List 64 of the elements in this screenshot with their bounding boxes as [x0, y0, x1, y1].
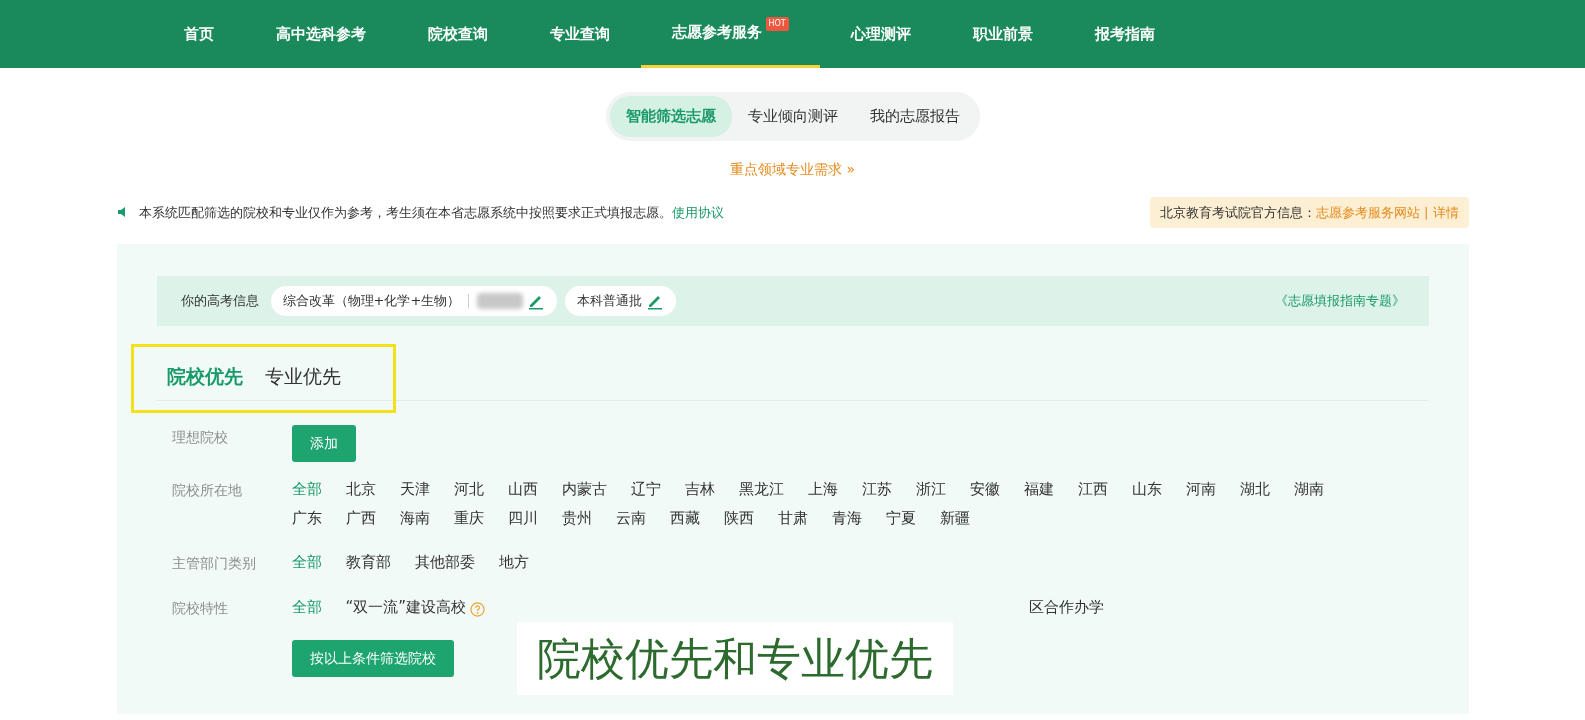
- nav-link[interactable]: 专业查询: [518, 0, 641, 68]
- filter-option[interactable]: 湖北: [1239, 478, 1270, 501]
- filter-option[interactable]: 重庆: [453, 506, 484, 529]
- filter-option[interactable]: 内蒙古: [561, 478, 607, 501]
- filter-label: 理想院校: [171, 428, 229, 447]
- hot-badge: HOT: [765, 16, 789, 31]
- video-caption: 院校优先和专业优先: [516, 622, 953, 696]
- filter-label: 主管部门类别: [171, 554, 257, 573]
- filter-option[interactable]: 江苏: [861, 478, 892, 501]
- filter-option[interactable]: 西藏: [669, 506, 700, 529]
- filter-option[interactable]: 安徽: [969, 478, 1000, 501]
- filter-option[interactable]: 江西: [1077, 478, 1108, 501]
- exam-info-label: 你的高考信息: [180, 292, 259, 310]
- filter-label: 院校所在地: [171, 481, 243, 500]
- terms-link[interactable]: 使用协议: [671, 204, 724, 220]
- mode-tab[interactable]: 专业优先: [264, 353, 349, 400]
- filter-option[interactable]: 黑龙江: [738, 478, 784, 501]
- filter-option[interactable]: 北京: [345, 478, 376, 501]
- official-info-label: 北京教育考试院官方信息：: [1160, 204, 1317, 220]
- sub-tab[interactable]: 我的志愿报告: [853, 96, 976, 137]
- filter-option[interactable]: 山东: [1131, 478, 1162, 501]
- filter-option[interactable]: 全部: [291, 551, 322, 574]
- nav-link[interactable]: 报考指南: [1063, 0, 1186, 68]
- separator-text: |: [1424, 204, 1429, 220]
- subjects-text: 综合改革（物理+化学+生物）: [282, 292, 461, 310]
- filter-option[interactable]: 辽宁: [630, 478, 661, 501]
- filter-option[interactable]: 上海: [807, 478, 838, 501]
- nav-link[interactable]: 志愿参考服务 HOT: [640, 0, 820, 68]
- filter-option[interactable]: “双一流”建设高校: [345, 595, 467, 618]
- filter-option[interactable]: 广东: [291, 506, 322, 529]
- filter-option[interactable]: 甘肃: [777, 506, 808, 529]
- filter-option[interactable]: 地方: [498, 551, 529, 574]
- nav-link[interactable]: 心理测评: [819, 0, 942, 68]
- filter-option[interactable]: 吉林: [684, 478, 715, 501]
- filter-option[interactable]: 河北: [453, 478, 484, 501]
- filter-option[interactable]: 福建: [1023, 478, 1054, 501]
- filter-option[interactable]: 广西: [345, 506, 376, 529]
- nav-link[interactable]: 职业前景: [941, 0, 1064, 68]
- filter-option[interactable]: 全部: [291, 595, 322, 618]
- filter-option[interactable]: 全部: [291, 478, 322, 501]
- filter-option[interactable]: 山西: [507, 478, 538, 501]
- filter-option[interactable]: 湖南: [1293, 478, 1324, 501]
- filter-option[interactable]: 区合作办学: [1029, 595, 1105, 618]
- filter-option[interactable]: 贵州: [561, 506, 592, 529]
- filter-option[interactable]: 四川: [507, 506, 538, 529]
- filter-option[interactable]: 陕西: [723, 506, 754, 529]
- filter-option[interactable]: 青海: [831, 506, 862, 529]
- filter-option[interactable]: 宁夏: [885, 506, 916, 529]
- filter-option[interactable]: 浙江: [915, 478, 946, 501]
- filter-option[interactable]: 海南: [399, 506, 430, 529]
- filter-option[interactable]: 云南: [615, 506, 646, 529]
- sub-tab[interactable]: 专业倾向测评: [731, 96, 854, 137]
- filter-option[interactable]: 其他部委: [414, 551, 475, 574]
- filter-option[interactable]: 教育部: [345, 551, 391, 574]
- filter-option[interactable]: 天津: [399, 478, 430, 501]
- nav-link[interactable]: 高中选科参考: [244, 0, 397, 68]
- nav-link[interactable]: 院校查询: [396, 0, 519, 68]
- batch-text: 本科普通批: [577, 292, 643, 310]
- filter-option[interactable]: 河南: [1185, 478, 1216, 501]
- filter-option[interactable]: 新疆: [939, 506, 970, 529]
- notice-text: 本系统匹配筛选的院校和专业仅作为参考，考生须在本省志愿系统中按照要求正式填报志愿。使用协议: [138, 203, 724, 222]
- filter-label: 院校特性: [171, 598, 229, 618]
- nav-link[interactable]: 首页: [152, 0, 245, 68]
- help-icon[interactable]: [470, 602, 486, 618]
